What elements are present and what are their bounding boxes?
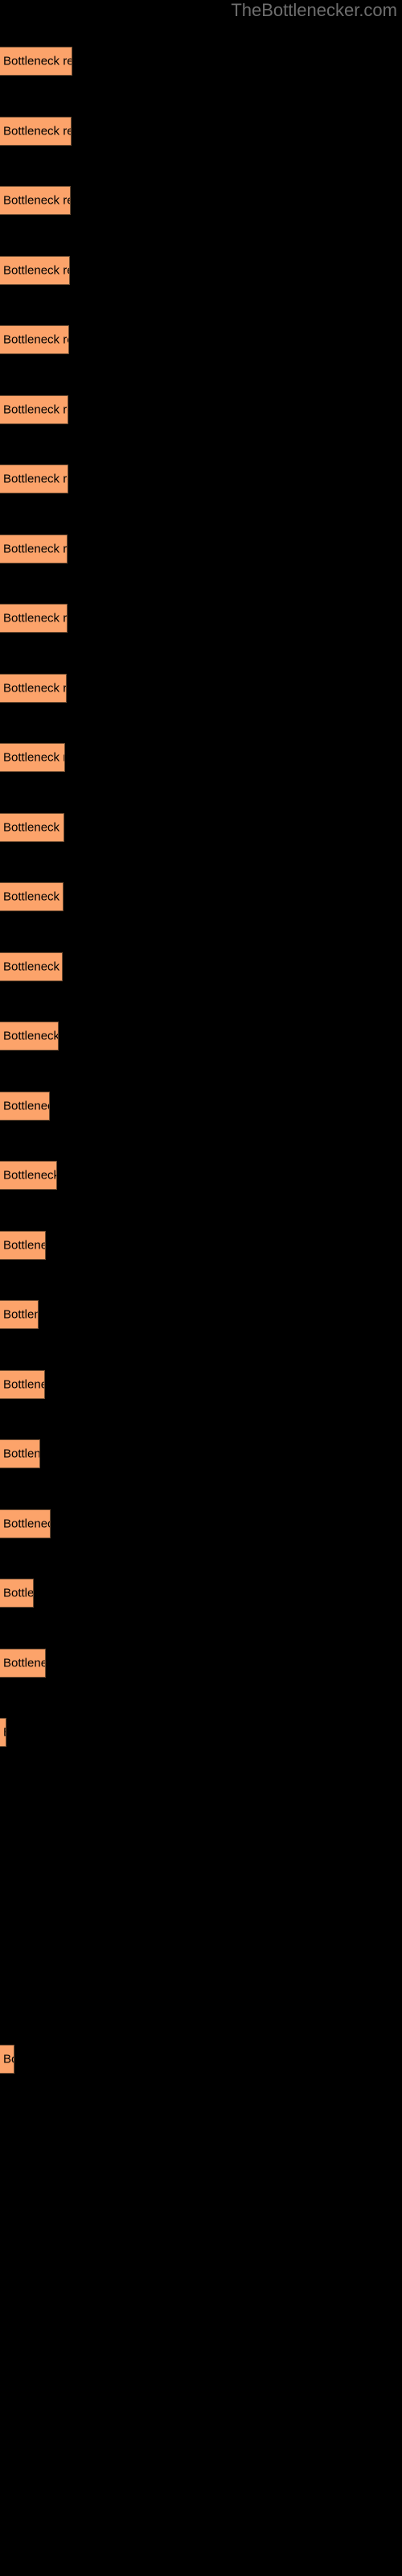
chart-bar[interactable]: Bottleneck result xyxy=(0,1300,39,1329)
chart-bar[interactable]: Bottleneck result xyxy=(0,674,67,703)
chart-bar-label: Bottleneck result xyxy=(3,960,62,974)
chart-bar[interactable]: Bottleneck result xyxy=(0,1161,57,1190)
chart-bar-label: Bottleneck result xyxy=(3,1029,59,1043)
page-root: TheBottlenecker.com Bottleneck resultBot… xyxy=(0,0,402,2576)
chart-bar[interactable]: Bottleneck result xyxy=(0,117,72,146)
chart-bar[interactable]: Bottleneck result xyxy=(0,325,69,354)
chart-bar[interactable]: Bottleneck result xyxy=(0,1231,46,1260)
chart-bar[interactable]: Bottleneck result xyxy=(0,1439,40,1468)
chart-bar[interactable]: Bottleneck result xyxy=(0,186,71,215)
chart-bar-label: Bottleneck result xyxy=(3,332,68,347)
chart-bar[interactable]: Bottleneck result xyxy=(0,604,68,633)
chart-bar-label: Bottleneck result xyxy=(3,2052,14,2066)
chart-bar-label: Bottleneck result xyxy=(3,890,63,904)
chart-bar[interactable]: Bottleneck result xyxy=(0,882,64,911)
chart-bar[interactable]: Bottleneck result xyxy=(0,1022,59,1051)
chart-bar-label: Bottleneck result xyxy=(3,1238,45,1253)
chart-bar-label: Bottleneck result xyxy=(3,1099,49,1113)
chart-bar[interactable]: Bottleneck result xyxy=(0,1649,46,1678)
chart-bar[interactable]: Bottleneck result xyxy=(0,395,68,424)
chart-bar-label: Bottleneck result xyxy=(3,1168,57,1183)
chart-bar-label: Bottleneck result xyxy=(3,1656,45,1670)
chart-bar[interactable]: Bottleneck result xyxy=(0,2045,14,2074)
chart-bar-label: Bottleneck result xyxy=(3,820,64,835)
bottleneck-bar-chart: Bottleneck result Bottleneck result Bottle… xyxy=(0,0,402,2576)
chart-bar-label: Bottleneck result xyxy=(3,681,67,696)
chart-bar-label: Bottleneck result xyxy=(3,472,68,486)
chart-bar-label: Bottleneck result xyxy=(3,1377,44,1392)
chart-bar-label: Bottleneck result xyxy=(3,124,71,138)
chart-bar[interactable]: Bottleneck result xyxy=(0,813,64,842)
chart-bar-label: Bottleneck result xyxy=(3,1517,50,1531)
chart-bar-label: Bottleneck result xyxy=(3,1726,6,1740)
chart-bar[interactable]: Bottleneck result xyxy=(0,743,65,772)
chart-bar[interactable]: Bottleneck result xyxy=(0,952,63,981)
chart-bar-label: Bottleneck result xyxy=(3,611,68,625)
chart-bar[interactable]: Bottleneck result xyxy=(0,464,68,493)
chart-bar-label: Bottleneck result xyxy=(3,402,68,417)
chart-bar-label: Bottleneck result xyxy=(3,54,72,68)
chart-bar[interactable]: Bottleneck result xyxy=(0,256,70,285)
chart-bar-label: Bottleneck result xyxy=(3,1586,34,1600)
chart-bar-label: Bottleneck result xyxy=(3,542,68,556)
chart-bar[interactable]: Bottleneck result xyxy=(0,1718,6,1747)
chart-bar[interactable]: Bottleneck result xyxy=(0,1579,34,1608)
chart-bar[interactable]: Bottleneck result xyxy=(0,47,72,76)
chart-bar[interactable]: Bottleneck result xyxy=(0,535,68,564)
chart-bar[interactable]: Bottleneck result xyxy=(0,1509,51,1538)
chart-bar-label: Bottleneck result xyxy=(3,193,70,208)
chart-bar[interactable]: Bottleneck result xyxy=(0,1092,50,1121)
chart-bar[interactable]: Bottleneck result xyxy=(0,1370,45,1399)
chart-bar-label: Bottleneck result xyxy=(3,750,64,765)
chart-bar-label: Bottleneck result xyxy=(3,1447,40,1461)
chart-bar-label: Bottleneck result xyxy=(3,1307,38,1322)
chart-bar-label: Bottleneck result xyxy=(3,263,69,278)
